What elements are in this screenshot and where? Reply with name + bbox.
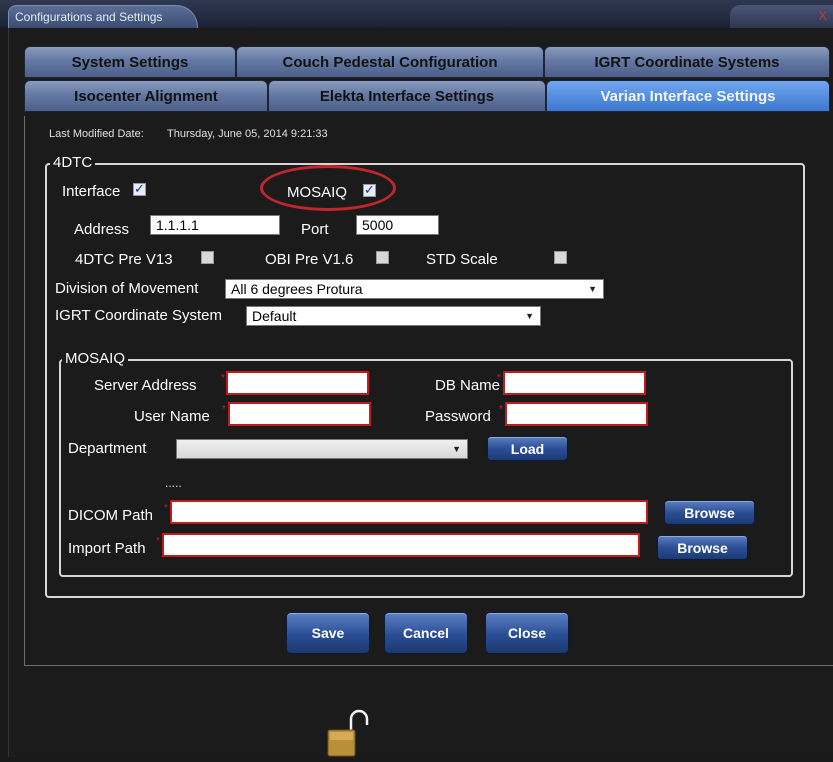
interface-label: Interface — [62, 183, 121, 200]
last-modified-label: Last Modified Date: — [49, 128, 144, 140]
chevron-down-icon: ▼ — [525, 311, 534, 321]
tab-couch-pedestal-configuration[interactable]: Couch Pedestal Configuration — [236, 46, 544, 78]
fourdtc-legend: 4DTC — [50, 154, 96, 171]
db-name-field[interactable] — [503, 371, 646, 395]
tab-varian-interface-settings[interactable]: Varian Interface Settings — [546, 80, 830, 112]
igrt-system-value: Default — [252, 308, 297, 324]
save-button[interactable]: Save — [286, 612, 370, 654]
required-mark: * — [221, 373, 225, 384]
required-mark: * — [164, 503, 168, 514]
import-path-field[interactable] — [162, 533, 640, 557]
pre-v13-label: 4DTC Pre V13 — [75, 251, 173, 268]
ellipsis-text: ..... — [165, 476, 182, 490]
close-icon[interactable]: X — [818, 8, 827, 23]
unlocked-padlock-icon[interactable] — [325, 705, 385, 757]
load-button[interactable]: Load — [487, 436, 568, 461]
department-select[interactable]: ▼ — [176, 439, 468, 459]
close-button[interactable]: Close — [485, 612, 569, 654]
dicom-path-label: DICOM Path — [68, 507, 154, 524]
address-label: Address — [74, 221, 130, 238]
division-label: Division of Movement — [55, 280, 199, 297]
port-field[interactable]: 5000 — [356, 215, 439, 235]
password-label: Password — [425, 408, 491, 425]
dicom-path-field[interactable] — [170, 500, 648, 524]
last-modified-value: Thursday, June 05, 2014 9:21:33 — [167, 128, 328, 140]
obi-pre-checkbox[interactable] — [376, 251, 389, 264]
user-name-label: User Name — [134, 408, 210, 425]
igrt-system-select[interactable]: Default ▼ — [246, 306, 541, 326]
address-field[interactable]: 1.1.1.1 — [150, 215, 280, 235]
import-path-label: Import Path — [68, 540, 146, 557]
department-label: Department — [68, 440, 147, 457]
required-mark: * — [497, 373, 501, 384]
mosaiq-legend: MOSAIQ — [62, 350, 129, 367]
chevron-down-icon: ▼ — [588, 284, 597, 294]
tab-elekta-interface-settings[interactable]: Elekta Interface Settings — [268, 80, 546, 112]
tab-isocenter-alignment[interactable]: Isocenter Alignment — [24, 80, 268, 112]
tab-system-settings[interactable]: System Settings — [24, 46, 236, 78]
server-address-label: Server Address — [94, 377, 197, 394]
port-label: Port — [301, 221, 329, 238]
required-mark: * — [156, 536, 160, 547]
highlight-ring — [260, 165, 396, 211]
browse-dicom-button[interactable]: Browse — [664, 500, 755, 525]
pre-v13-checkbox[interactable] — [201, 251, 214, 264]
required-mark: * — [499, 404, 503, 415]
division-value: All 6 degrees Protura — [231, 281, 363, 297]
password-field[interactable] — [505, 402, 648, 426]
close-window-button[interactable]: X — [730, 5, 833, 28]
interface-checkbox[interactable] — [133, 181, 146, 197]
cancel-button[interactable]: Cancel — [384, 612, 468, 654]
user-name-field[interactable] — [228, 402, 371, 426]
server-address-field[interactable] — [226, 371, 369, 395]
igrt-system-label: IGRT Coordinate System — [55, 307, 223, 324]
window-title: Configurations and Settings — [8, 5, 198, 28]
browse-import-button[interactable]: Browse — [657, 535, 748, 560]
std-scale-checkbox[interactable] — [554, 251, 567, 264]
required-mark: * — [222, 404, 226, 415]
std-scale-label: STD Scale — [426, 251, 498, 268]
tab-igrt-coordinate-systems[interactable]: IGRT Coordinate Systems — [544, 46, 830, 78]
chevron-down-icon: ▼ — [452, 444, 461, 454]
division-select[interactable]: All 6 degrees Protura ▼ — [225, 279, 604, 299]
db-name-label: DB Name — [435, 377, 501, 394]
obi-pre-label: OBI Pre V1.6 — [265, 251, 354, 268]
